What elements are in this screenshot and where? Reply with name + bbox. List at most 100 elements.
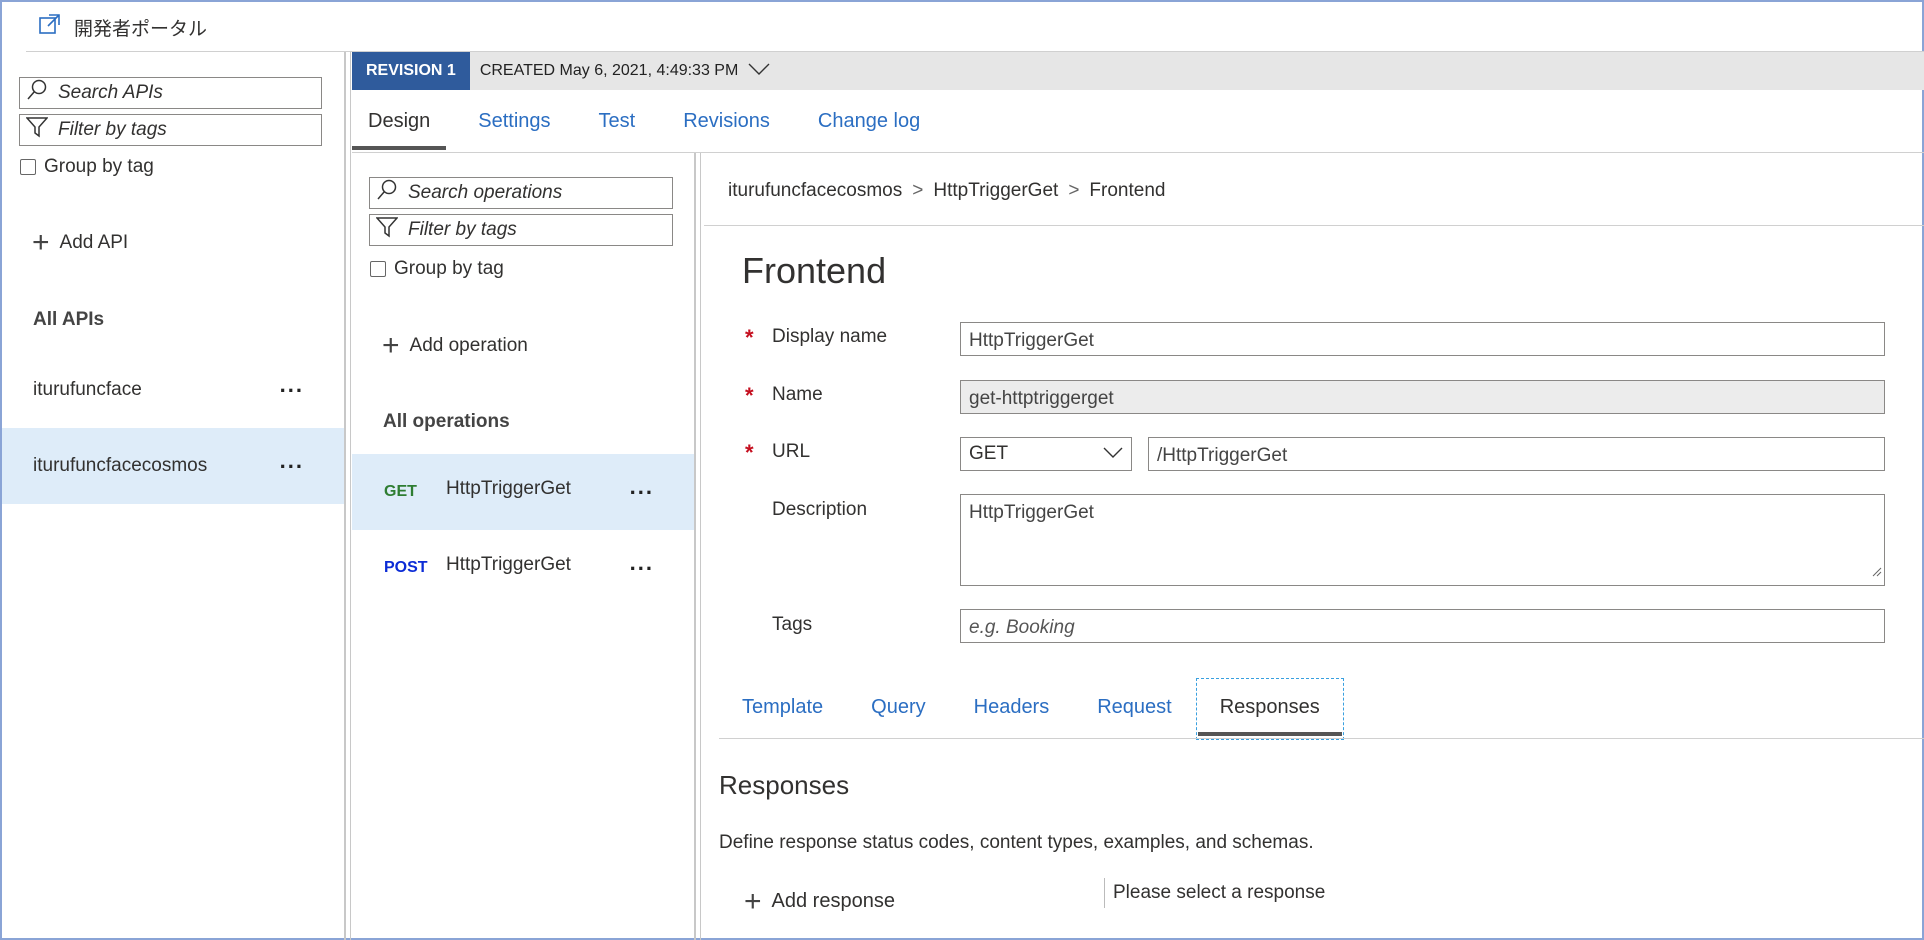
ops-group-by-tag[interactable]: Group by tag (370, 258, 504, 280)
url-template-field[interactable]: /HttpTriggerGet (1148, 437, 1885, 471)
resize-handle-icon[interactable] (1870, 561, 1882, 583)
top-bar: 開発者ポータル (2, 2, 1922, 52)
developer-portal-label: 開発者ポータル (74, 18, 208, 40)
filter-operations-placeholder: Filter by tags (408, 219, 517, 240)
required-mark: * (745, 383, 754, 408)
more-icon[interactable]: ... (630, 476, 654, 498)
more-icon[interactable]: ... (630, 552, 654, 574)
more-icon[interactable]: ... (280, 450, 304, 472)
display-name-field[interactable]: HttpTriggerGet (960, 322, 1885, 356)
revision-created: CREATED May 6, 2021, 4:49:33 PM (479, 62, 739, 79)
search-icon (376, 179, 398, 207)
breadcrumb-operation[interactable]: HttpTriggerGet (933, 180, 1058, 202)
display-name-label: Display name (772, 326, 888, 347)
operation-item-post[interactable]: POST HttpTriggerGet ... (352, 530, 694, 606)
filter-icon (375, 216, 399, 244)
plus-icon: + (382, 329, 400, 362)
revision-badge: REVISION 1 (352, 52, 470, 90)
tab-design[interactable]: Design (351, 92, 447, 150)
developer-portal-link[interactable]: 開発者ポータル (38, 12, 207, 42)
breadcrumb-api[interactable]: iturufuncfacecosmos (728, 180, 902, 202)
tags-label: Tags (772, 614, 813, 635)
page-title: Frontend (742, 250, 887, 291)
group-by-tag-label: Group by tag (44, 156, 154, 177)
tab-query[interactable]: Query (871, 678, 925, 736)
tab-test[interactable]: Test (599, 92, 636, 150)
breadcrumb-separator: > (1068, 180, 1080, 201)
api-item-iturufuncfacecosmos[interactable]: iturufuncfacecosmos ... (2, 428, 344, 504)
add-response-label: Add response (771, 890, 895, 912)
revision-bar: REVISION 1 CREATED May 6, 2021, 4:49:33 … (352, 52, 1924, 90)
operation-item-get[interactable]: GET HttpTriggerGet ... (352, 454, 694, 530)
revision-dropdown[interactable]: CREATED May 6, 2021, 4:49:33 PM (480, 62, 770, 81)
tab-template[interactable]: Template (742, 678, 823, 736)
operation-name: HttpTriggerGet (446, 554, 571, 575)
tab-headers[interactable]: Headers (974, 678, 1050, 736)
tabs-divider (352, 152, 1924, 153)
method-badge-post: POST (384, 559, 428, 576)
external-link-icon (38, 12, 62, 42)
operation-sub-tabs: Template Query Headers Request Responses (742, 678, 1368, 740)
description-value: HttpTriggerGet (969, 502, 1094, 523)
plus-icon: + (32, 226, 50, 259)
add-response-button[interactable]: + Add response (744, 884, 895, 918)
breadcrumb-current: Frontend (1089, 180, 1166, 201)
group-by-tag-label: Group by tag (394, 258, 504, 279)
search-operations-placeholder: Search operations (408, 182, 563, 203)
required-mark: * (745, 440, 754, 465)
select-response-hint: Please select a response (1104, 878, 1325, 908)
more-icon[interactable]: ... (280, 374, 304, 396)
all-operations-heading: All operations (383, 411, 510, 432)
tab-change-log[interactable]: Change log (818, 92, 920, 150)
add-api-button[interactable]: + Add API (32, 226, 129, 259)
operation-name: HttpTriggerGet (446, 478, 571, 499)
responses-description: Define response status codes, content ty… (719, 832, 1314, 853)
api-pane-divider (344, 52, 346, 940)
description-label: Description (772, 499, 868, 520)
url-label: URL (772, 441, 811, 462)
plus-icon: + (744, 884, 762, 918)
url-method-select[interactable]: GET (960, 437, 1132, 471)
api-item-iturufuncface[interactable]: iturufuncface ... (2, 352, 344, 428)
required-mark: * (745, 325, 754, 350)
method-badge-get: GET (384, 483, 417, 500)
tab-responses[interactable]: Responses (1195, 678, 1344, 740)
group-by-tag-checkbox[interactable] (370, 261, 386, 277)
chevron-down-icon (748, 62, 770, 81)
filter-apis-input[interactable]: Filter by tags (19, 114, 322, 146)
name-field[interactable]: get-httptriggerget (960, 380, 1885, 414)
ops-pane-divider-2 (700, 152, 701, 940)
api-group-by-tag[interactable]: Group by tag (20, 156, 154, 178)
focus-outline (1195, 678, 1344, 740)
main-tabs: Design Settings Test Revisions Change lo… (351, 92, 968, 150)
group-by-tag-checkbox[interactable] (20, 159, 36, 175)
tab-request[interactable]: Request (1097, 678, 1172, 736)
sub-tabs-divider (719, 738, 1924, 739)
tab-settings[interactable]: Settings (478, 92, 550, 150)
add-operation-label: Add operation (409, 335, 528, 356)
breadcrumb: iturufuncfacecosmos > HttpTriggerGet > F… (728, 180, 1165, 202)
filter-icon (25, 116, 49, 144)
description-field[interactable]: HttpTriggerGet (960, 494, 1885, 586)
search-apis-placeholder: Search APIs (58, 82, 163, 103)
responses-heading: Responses (719, 770, 850, 800)
search-icon (26, 79, 48, 107)
add-operation-button[interactable]: + Add operation (382, 329, 528, 362)
add-api-label: Add API (59, 232, 129, 253)
ops-pane-divider (694, 152, 696, 940)
breadcrumb-separator: > (912, 180, 924, 201)
search-operations-input[interactable]: Search operations (369, 177, 673, 209)
api-name: iturufuncfacecosmos (33, 455, 208, 476)
tab-revisions[interactable]: Revisions (683, 92, 770, 150)
chevron-down-icon (1103, 443, 1123, 465)
tags-input[interactable]: e.g. Booking (960, 609, 1885, 643)
all-apis-heading: All APIs (33, 309, 105, 330)
search-apis-input[interactable]: Search APIs (19, 77, 322, 109)
api-pane-divider-2 (350, 52, 351, 940)
api-name: iturufuncface (33, 379, 142, 400)
name-label: Name (772, 384, 823, 405)
filter-apis-placeholder: Filter by tags (58, 119, 167, 140)
url-method-value: GET (969, 443, 1009, 464)
breadcrumb-divider (704, 225, 1924, 226)
filter-operations-input[interactable]: Filter by tags (369, 214, 673, 246)
